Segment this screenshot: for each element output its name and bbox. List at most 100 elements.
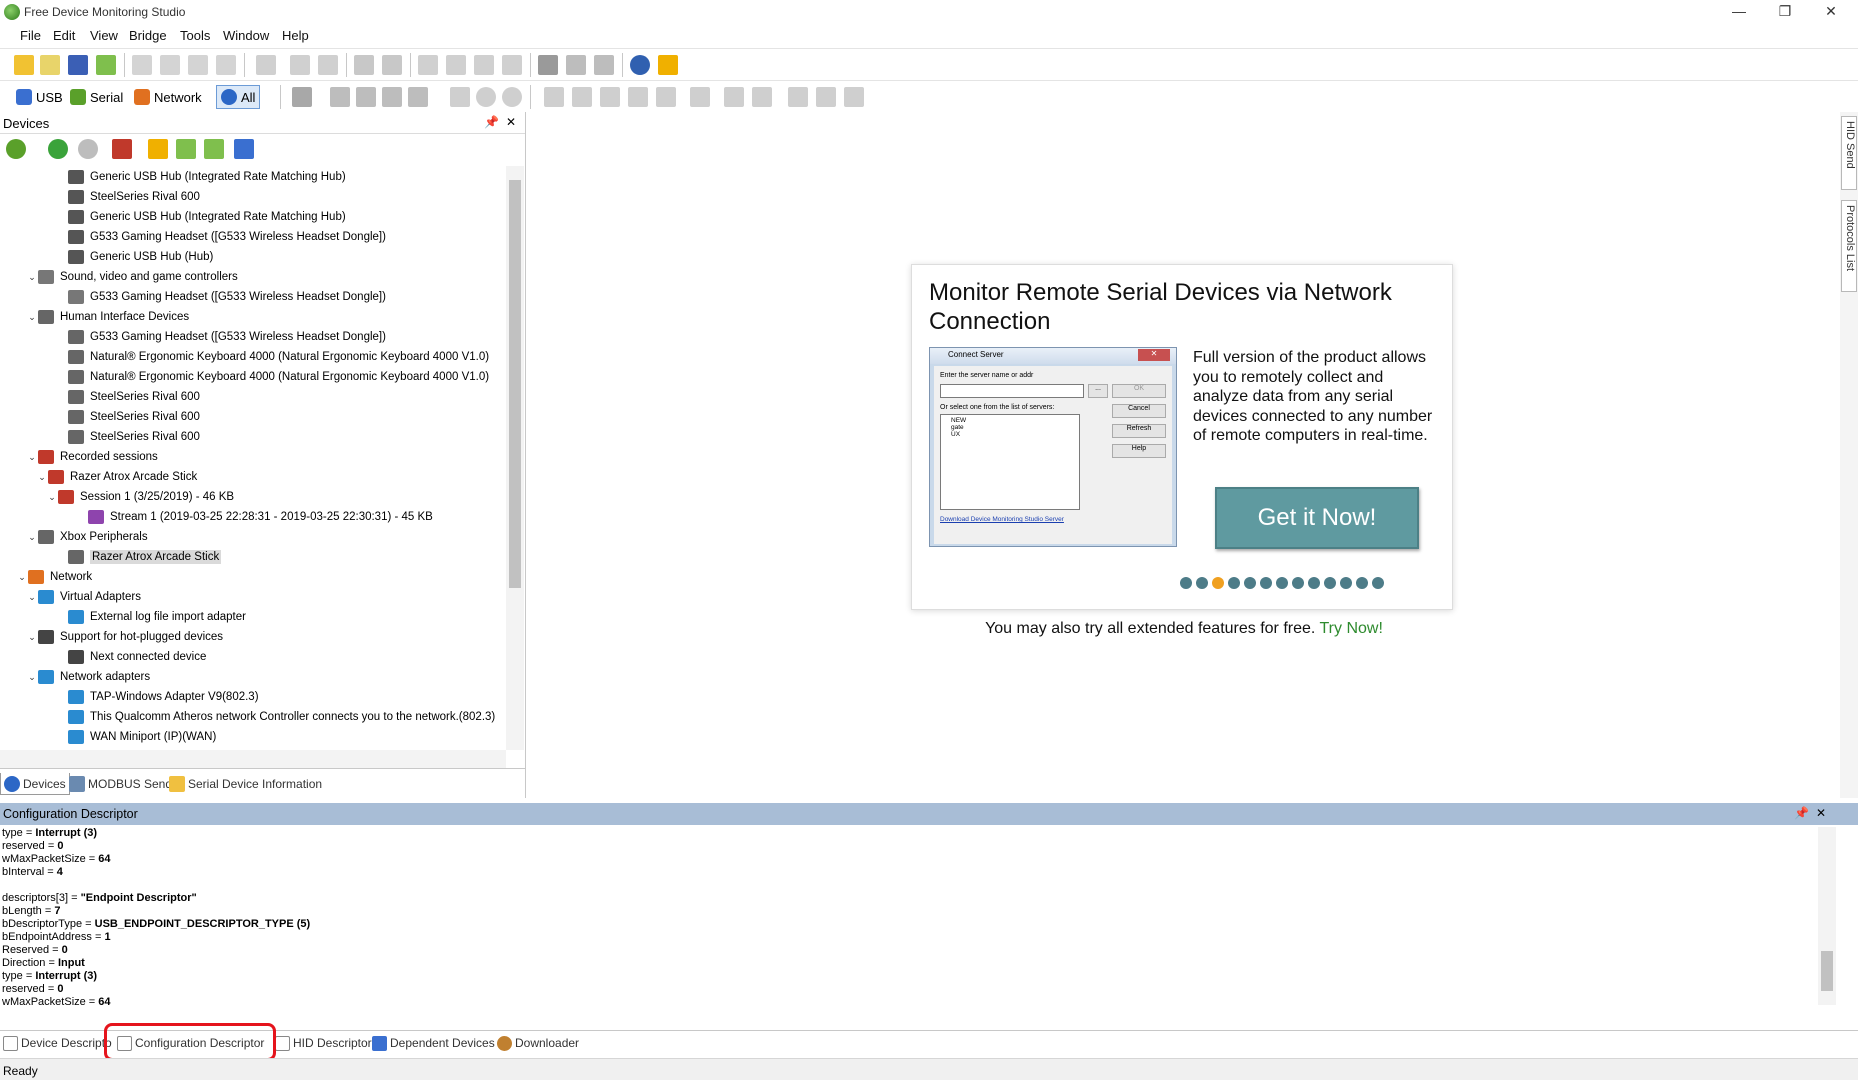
tree-node[interactable]: SteelSeries Rival 600: [56, 387, 200, 407]
tree-node[interactable]: ⌄ Human Interface Devices: [26, 307, 189, 327]
tree-node[interactable]: Generic USB Hub (Integrated Rate Matchin…: [56, 207, 346, 227]
play-icon[interactable]: [538, 55, 558, 75]
start-monitoring-icon[interactable]: [48, 139, 68, 159]
tree-node[interactable]: This Qualcomm Atheros network Controller…: [56, 707, 495, 727]
chevron-down-icon[interactable]: ⌄: [26, 452, 38, 463]
tree-node[interactable]: ⌄ Razer Atrox Arcade Stick: [36, 467, 197, 487]
tree-node[interactable]: Generic USB Hub (Hub): [56, 247, 213, 267]
tree-node[interactable]: G533 Gaming Headset ([G533 Wireless Head…: [56, 327, 386, 347]
window-3-icon[interactable]: [474, 55, 494, 75]
chevron-down-icon[interactable]: ⌄: [26, 272, 38, 283]
menu-view[interactable]: View: [90, 28, 118, 43]
carousel-dot[interactable]: [1180, 577, 1192, 589]
menu-window[interactable]: Window: [223, 28, 269, 43]
restore-button[interactable]: ❐: [1762, 0, 1808, 24]
tab-modbus-send[interactable]: MODBUS Send: [66, 773, 175, 795]
device-filter-icon[interactable]: [6, 139, 26, 159]
carousel-dot[interactable]: [1260, 577, 1272, 589]
carousel-dot[interactable]: [1212, 577, 1224, 589]
tree-node[interactable]: SteelSeries Rival 600: [56, 187, 200, 207]
tree-node[interactable]: Generic USB Hub (Integrated Rate Matchin…: [56, 167, 346, 187]
carousel-dot[interactable]: [1324, 577, 1336, 589]
back-icon[interactable]: [476, 87, 496, 107]
tree-node[interactable]: G533 Gaming Headset ([G533 Wireless Head…: [56, 227, 386, 247]
filter-options-icon[interactable]: [292, 87, 312, 107]
scroll-thumb[interactable]: [509, 180, 521, 588]
minimize-button[interactable]: —: [1716, 0, 1762, 24]
tree-node[interactable]: Stream 1 (2019-03-25 22:28:31 - 2019-03-…: [76, 507, 433, 527]
tab-protocols-list[interactable]: Protocols List: [1841, 200, 1857, 292]
tree-node[interactable]: External log file import adapter: [56, 607, 246, 627]
tree-node[interactable]: G533 Gaming Headset ([G533 Wireless Head…: [56, 287, 386, 307]
tree-node[interactable]: ⌄ Session 1 (3/25/2019) - 46 KB: [46, 487, 234, 507]
tree-node[interactable]: Next connected device: [56, 647, 206, 667]
sort-icon[interactable]: [356, 87, 376, 107]
carousel-dot[interactable]: [1356, 577, 1368, 589]
carousel-dot[interactable]: [1196, 577, 1208, 589]
sessions-icon[interactable]: [112, 139, 132, 159]
add-serial-icon[interactable]: [176, 139, 196, 159]
chevron-down-icon[interactable]: ⌄: [26, 632, 38, 643]
filter-usb[interactable]: USB: [12, 85, 67, 109]
select-3-icon[interactable]: [600, 87, 620, 107]
pin-icon[interactable]: 📌: [1794, 806, 1809, 820]
tree-node[interactable]: ⌄ Sound, video and game controllers: [26, 267, 238, 287]
window-1-icon[interactable]: [418, 55, 438, 75]
carousel-dot[interactable]: [1292, 577, 1304, 589]
carousel-dot[interactable]: [1244, 577, 1256, 589]
tree-node[interactable]: Natural® Ergonomic Keyboard 4000 (Natura…: [56, 367, 489, 387]
carousel-dot[interactable]: [1308, 577, 1320, 589]
export-icon[interactable]: [96, 55, 116, 75]
chart-line-icon[interactable]: [724, 87, 744, 107]
select-2-icon[interactable]: [572, 87, 592, 107]
close-button[interactable]: ✕: [1808, 0, 1854, 24]
filter-serial[interactable]: Serial: [66, 85, 127, 109]
tree-node[interactable]: ⌄ Recorded sessions: [26, 447, 158, 467]
settings-icon[interactable]: [382, 55, 402, 75]
pin-icon[interactable]: 📌: [484, 115, 499, 129]
tree-node[interactable]: ⌄ Network adapters: [26, 667, 150, 687]
save-icon[interactable]: [68, 55, 88, 75]
filter-all[interactable]: All: [216, 85, 261, 109]
window-2-icon[interactable]: [446, 55, 466, 75]
filter-network[interactable]: Network: [130, 85, 206, 109]
chevron-down-icon[interactable]: ⌄: [36, 472, 48, 483]
tree-node[interactable]: SteelSeries Rival 600: [56, 407, 200, 427]
descriptor-scrollbar[interactable]: [1818, 827, 1836, 1005]
carousel-dot[interactable]: [1276, 577, 1288, 589]
pause-icon[interactable]: [566, 55, 586, 75]
print-icon[interactable]: [290, 55, 310, 75]
print-preview-icon[interactable]: [318, 55, 338, 75]
copy-icon[interactable]: [160, 55, 180, 75]
stop-icon[interactable]: [594, 55, 614, 75]
stop-monitoring-icon[interactable]: [78, 139, 98, 159]
delete-icon[interactable]: [216, 55, 236, 75]
menu-tools[interactable]: Tools: [180, 28, 210, 43]
chevron-down-icon[interactable]: ⌄: [26, 532, 38, 543]
clock-icon[interactable]: [630, 55, 650, 75]
tab-hid-send[interactable]: HID Send: [1841, 116, 1857, 190]
cluster-icon[interactable]: [656, 87, 676, 107]
new-session-icon[interactable]: [14, 55, 34, 75]
add-device-icon[interactable]: [148, 139, 168, 159]
add-network-icon[interactable]: [204, 139, 224, 159]
try-now-link[interactable]: Try Now!: [1320, 620, 1383, 637]
tab-devices[interactable]: Devices: [0, 773, 70, 795]
carousel-dot[interactable]: [1372, 577, 1384, 589]
tab-device-descriptor[interactable]: Device Descripto: [3, 1033, 112, 1053]
export-2-icon[interactable]: [816, 87, 836, 107]
carousel-dot[interactable]: [1340, 577, 1352, 589]
tree-node[interactable]: Natural® Ergonomic Keyboard 4000 (Natura…: [56, 347, 489, 367]
paste-icon[interactable]: [188, 55, 208, 75]
scroll-thumb[interactable]: [1821, 951, 1833, 991]
open-icon[interactable]: [40, 55, 60, 75]
select-1-icon[interactable]: [544, 87, 564, 107]
tab-dependent-devices[interactable]: Dependent Devices: [372, 1033, 495, 1053]
chevron-down-icon[interactable]: ⌄: [26, 312, 38, 323]
add-adapter-icon[interactable]: [234, 139, 254, 159]
forward-icon[interactable]: [502, 87, 522, 107]
chevron-down-icon[interactable]: ⌄: [16, 572, 28, 583]
tree-vertical-scrollbar[interactable]: [506, 166, 524, 750]
close-panel-icon[interactable]: ✕: [506, 115, 516, 129]
chart-wave-icon[interactable]: [752, 87, 772, 107]
